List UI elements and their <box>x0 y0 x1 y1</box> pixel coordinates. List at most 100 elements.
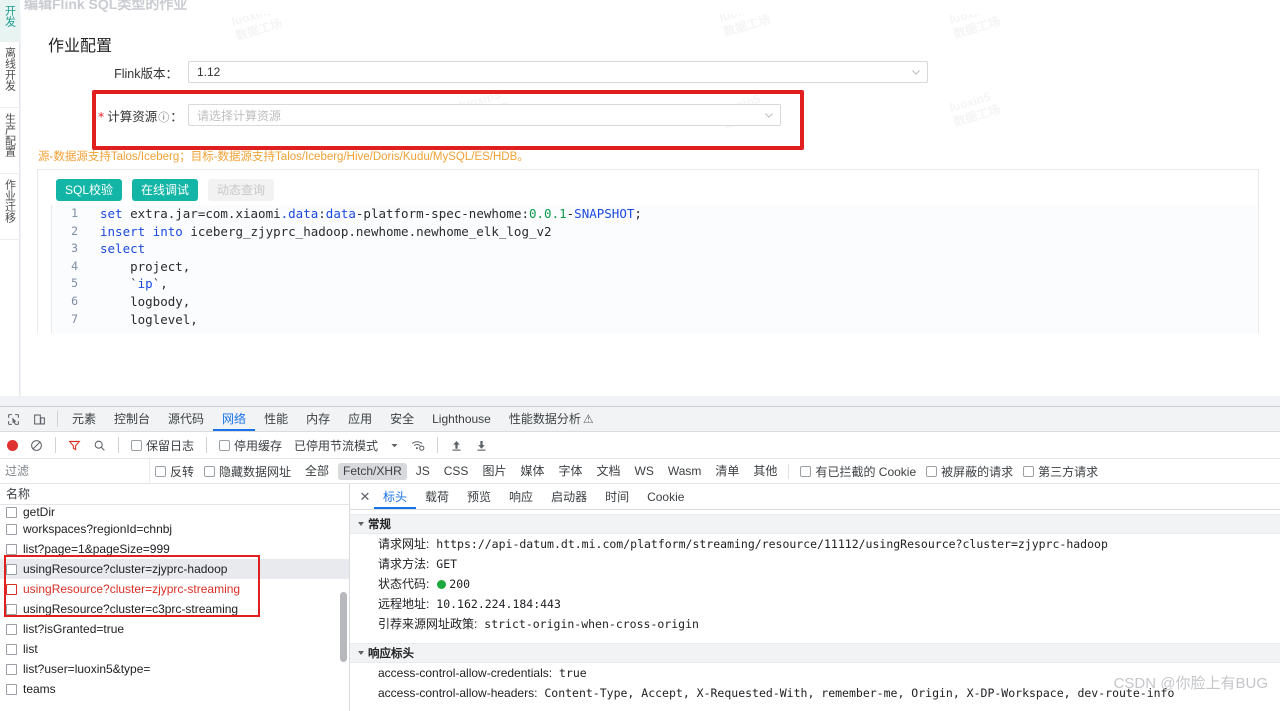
filter-type-doc[interactable]: 文档 <box>591 463 625 480</box>
list-item[interactable]: list?user=luoxin5&type= <box>0 659 349 679</box>
online-debug-button[interactable]: 在线调试 <box>132 179 199 201</box>
tab-console[interactable]: 控制台 <box>105 407 159 431</box>
filter-type-font[interactable]: 字体 <box>553 463 587 480</box>
sidebar-item-label: 生产配置 <box>3 113 16 157</box>
sidebar-item-offline-dev[interactable]: 离线开发 <box>0 42 20 108</box>
request-list-scrollbar[interactable] <box>340 592 347 662</box>
disable-cache-checkbox[interactable]: 停用缓存 <box>214 432 287 458</box>
list-item[interactable]: workspaces?regionId=chnbj <box>0 519 349 539</box>
sidebar-rail: 开发 离线开发 生产配置 作业迁移 <box>0 0 20 406</box>
tab-initiator[interactable]: 启动器 <box>542 484 596 509</box>
chevron-down-icon <box>911 68 920 77</box>
request-type-icon <box>6 523 17 535</box>
sql-check-button[interactable]: SQL校验 <box>56 179 123 201</box>
invert-checkbox[interactable]: 反转 <box>150 458 199 484</box>
devtools-panel: 元素 控制台 源代码 网络 性能 内存 应用 安全 Lighthouse 性能数… <box>0 406 1280 711</box>
tab-response[interactable]: 响应 <box>500 484 542 509</box>
list-item-selected[interactable]: usingResource?cluster=zjyprc-hadoop <box>0 559 349 579</box>
list-item[interactable]: list <box>0 639 349 659</box>
compute-resource-select[interactable]: 请选择计算资源 <box>188 104 781 126</box>
throttling-dropdown-arrow[interactable] <box>385 432 404 458</box>
filter-type-media[interactable]: 媒体 <box>515 463 549 480</box>
response-header-value: Content-Type, Accept, X-Requested-With, … <box>544 686 1175 700</box>
general-request-method-value: GET <box>436 557 458 571</box>
search-button[interactable] <box>88 432 111 458</box>
tab-security[interactable]: 安全 <box>381 407 423 431</box>
tab-network[interactable]: 网络 <box>213 407 255 431</box>
inspect-element-icon[interactable] <box>0 407 26 431</box>
filter-type-manifest[interactable]: 清单 <box>710 463 744 480</box>
throttling-label: 已停用节流模式 <box>294 438 379 453</box>
list-item[interactable]: getDir <box>0 505 349 519</box>
watermark: luoxin5数据工场 <box>718 14 772 40</box>
import-har-button[interactable] <box>445 432 468 458</box>
request-type-icon <box>6 643 17 655</box>
filter-type-all[interactable]: 全部 <box>300 463 334 480</box>
filter-type-css[interactable]: CSS <box>439 463 474 480</box>
tab-lighthouse[interactable]: Lighthouse <box>423 407 500 431</box>
request-name: list?user=luoxin5&type= <box>23 662 151 676</box>
list-item[interactable]: list?page=1&pageSize=999 <box>0 539 349 559</box>
filter-type-img[interactable]: 图片 <box>477 463 511 480</box>
hide-data-urls-checkbox[interactable]: 隐藏数据网址 <box>199 458 296 484</box>
list-item-failed[interactable]: usingResource?cluster=zjyprc-streaming <box>0 579 349 599</box>
clear-button[interactable] <box>25 432 48 458</box>
tab-elements[interactable]: 元素 <box>63 407 105 431</box>
preserve-log-checkbox[interactable]: 保留日志 <box>126 432 199 458</box>
code-line: 6 logbody, <box>52 293 1258 311</box>
section-general-header[interactable]: 常规 <box>350 514 1280 534</box>
general-request-url: 请求网址: https://api-datum.dt.mi.com/platfo… <box>350 534 1280 554</box>
list-item[interactable]: list?isGranted=true <box>0 619 349 639</box>
filter-input[interactable]: 过滤 <box>0 458 150 484</box>
device-toolbar-icon[interactable] <box>26 407 52 431</box>
third-party-checkbox[interactable]: 第三方请求 <box>1018 458 1103 484</box>
sidebar-item-realtime-dev[interactable]: 开发 <box>0 0 20 42</box>
code-text: loglevel, <box>100 311 198 327</box>
request-list[interactable]: 名称 getDir workspaces?regionId=chnbj list… <box>0 484 350 711</box>
export-har-button[interactable] <box>470 432 493 458</box>
wifi-gear-icon <box>412 441 425 451</box>
tab-performance-insights[interactable]: 性能数据分析 ⚠ <box>500 407 603 431</box>
tab-timing[interactable]: 时间 <box>596 484 638 509</box>
request-detail-tabbar: ✕ 标头 载荷 预览 响应 启动器 时间 Cookie <box>350 484 1280 510</box>
filter-type-js[interactable]: JS <box>411 463 435 480</box>
filter-type-wasm[interactable]: Wasm <box>663 463 707 480</box>
resource-type-filters: 全部 Fetch/XHR JS CSS 图片 媒体 字体 文档 WS Wasm … <box>300 462 782 480</box>
blocked-requests-checkbox[interactable]: 被屏蔽的请求 <box>921 458 1018 484</box>
tab-payload[interactable]: 载荷 <box>416 484 458 509</box>
tab-preview[interactable]: 预览 <box>458 484 500 509</box>
devtools-tabbar: 元素 控制台 源代码 网络 性能 内存 应用 安全 Lighthouse 性能数… <box>0 407 1280 432</box>
checkbox-icon <box>219 439 231 451</box>
list-item[interactable]: usingResource?cluster=c3prc-streaming <box>0 599 349 619</box>
response-header-row: access-control-allow-credentials: true <box>350 663 1280 683</box>
blocked-cookies-checkbox[interactable]: 有已拦截的 Cookie <box>795 458 921 484</box>
tab-headers[interactable]: 标头 <box>374 484 416 509</box>
filter-button[interactable] <box>63 432 86 458</box>
tab-application[interactable]: 应用 <box>339 407 381 431</box>
chevron-down-icon <box>358 522 364 526</box>
throttling-select[interactable]: 已停用节流模式 <box>289 432 383 458</box>
filter-type-other[interactable]: 其他 <box>748 463 782 480</box>
tab-performance[interactable]: 性能 <box>255 407 297 431</box>
network-conditions-button[interactable] <box>406 432 430 458</box>
tab-cookies[interactable]: Cookie <box>638 484 693 509</box>
list-item[interactable]: teams <box>0 679 349 699</box>
code-text: set extra.jar=com.xiaomi.data:data-platf… <box>100 206 642 221</box>
sidebar-item-job-migration[interactable]: 作业迁移 <box>0 174 20 240</box>
flink-version-value: 1.12 <box>197 65 221 79</box>
sidebar-item-prod-config[interactable]: 生产配置 <box>0 108 20 174</box>
info-circle-icon[interactable]: ⓘ <box>158 109 169 125</box>
sql-code-editor[interactable]: 1 set extra.jar=com.xiaomi.data:data-pla… <box>51 205 1258 333</box>
dynamic-query-button: 动态查询 <box>208 179 275 201</box>
record-button[interactable] <box>2 432 23 458</box>
datasource-hint-text: 源-数据源支持Talos/Iceberg；目标-数据源支持Talos/Icebe… <box>38 151 529 163</box>
section-response-headers-header[interactable]: 响应标头 <box>350 643 1280 663</box>
tab-sources[interactable]: 源代码 <box>159 407 213 431</box>
filter-type-fetch-xhr[interactable]: Fetch/XHR <box>338 462 407 480</box>
toolbar-separator <box>57 411 58 427</box>
filter-type-ws[interactable]: WS <box>630 463 659 480</box>
close-icon[interactable]: ✕ <box>356 489 374 505</box>
tab-memory[interactable]: 内存 <box>297 407 339 431</box>
flink-version-select[interactable]: 1.12 <box>188 61 928 83</box>
network-body: 名称 getDir workspaces?regionId=chnbj list… <box>0 484 1280 711</box>
